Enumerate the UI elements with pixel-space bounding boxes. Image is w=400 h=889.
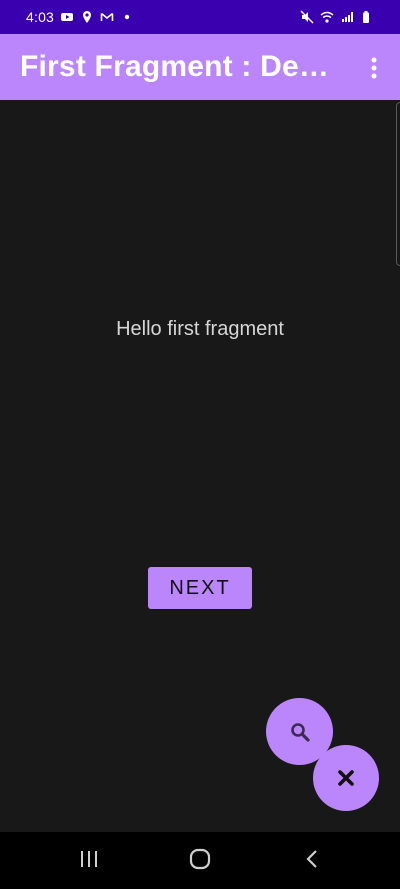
- home-button[interactable]: [187, 848, 213, 874]
- recents-icon: [78, 848, 100, 875]
- wifi-icon: [320, 10, 334, 24]
- signal-icon: [340, 10, 354, 24]
- youtube-icon: [60, 10, 74, 24]
- status-bar: 4:03: [0, 0, 400, 34]
- search-icon: [289, 721, 311, 743]
- hello-text: Hello first fragment: [116, 318, 284, 340]
- back-icon: [301, 848, 323, 875]
- battery-icon: [360, 10, 374, 24]
- navigation-bar: [0, 832, 400, 889]
- dot-icon: [120, 10, 134, 24]
- status-time: 4:03: [26, 9, 55, 25]
- app-bar: First Fragment : Dem...: [0, 34, 400, 100]
- next-button[interactable]: NEXT: [148, 567, 252, 609]
- close-fab[interactable]: [313, 745, 379, 811]
- close-icon: [336, 768, 356, 788]
- gmail-icon: [100, 10, 114, 24]
- app-screen: 4:03 First Fragment: Dem... Hello first…: [0, 0, 400, 889]
- home-icon: [188, 847, 212, 876]
- recents-button[interactable]: [76, 848, 102, 874]
- scroll-indicator[interactable]: [396, 102, 400, 266]
- more-vert-icon: [371, 57, 377, 79]
- status-right: [300, 10, 374, 24]
- overflow-menu-button[interactable]: [364, 54, 384, 82]
- app-bar-title: First Fragment : Dem...: [20, 50, 340, 83]
- mute-icon: [300, 10, 314, 24]
- back-button[interactable]: [299, 848, 325, 874]
- status-left: 4:03: [26, 9, 134, 25]
- location-pin-icon: [80, 10, 94, 24]
